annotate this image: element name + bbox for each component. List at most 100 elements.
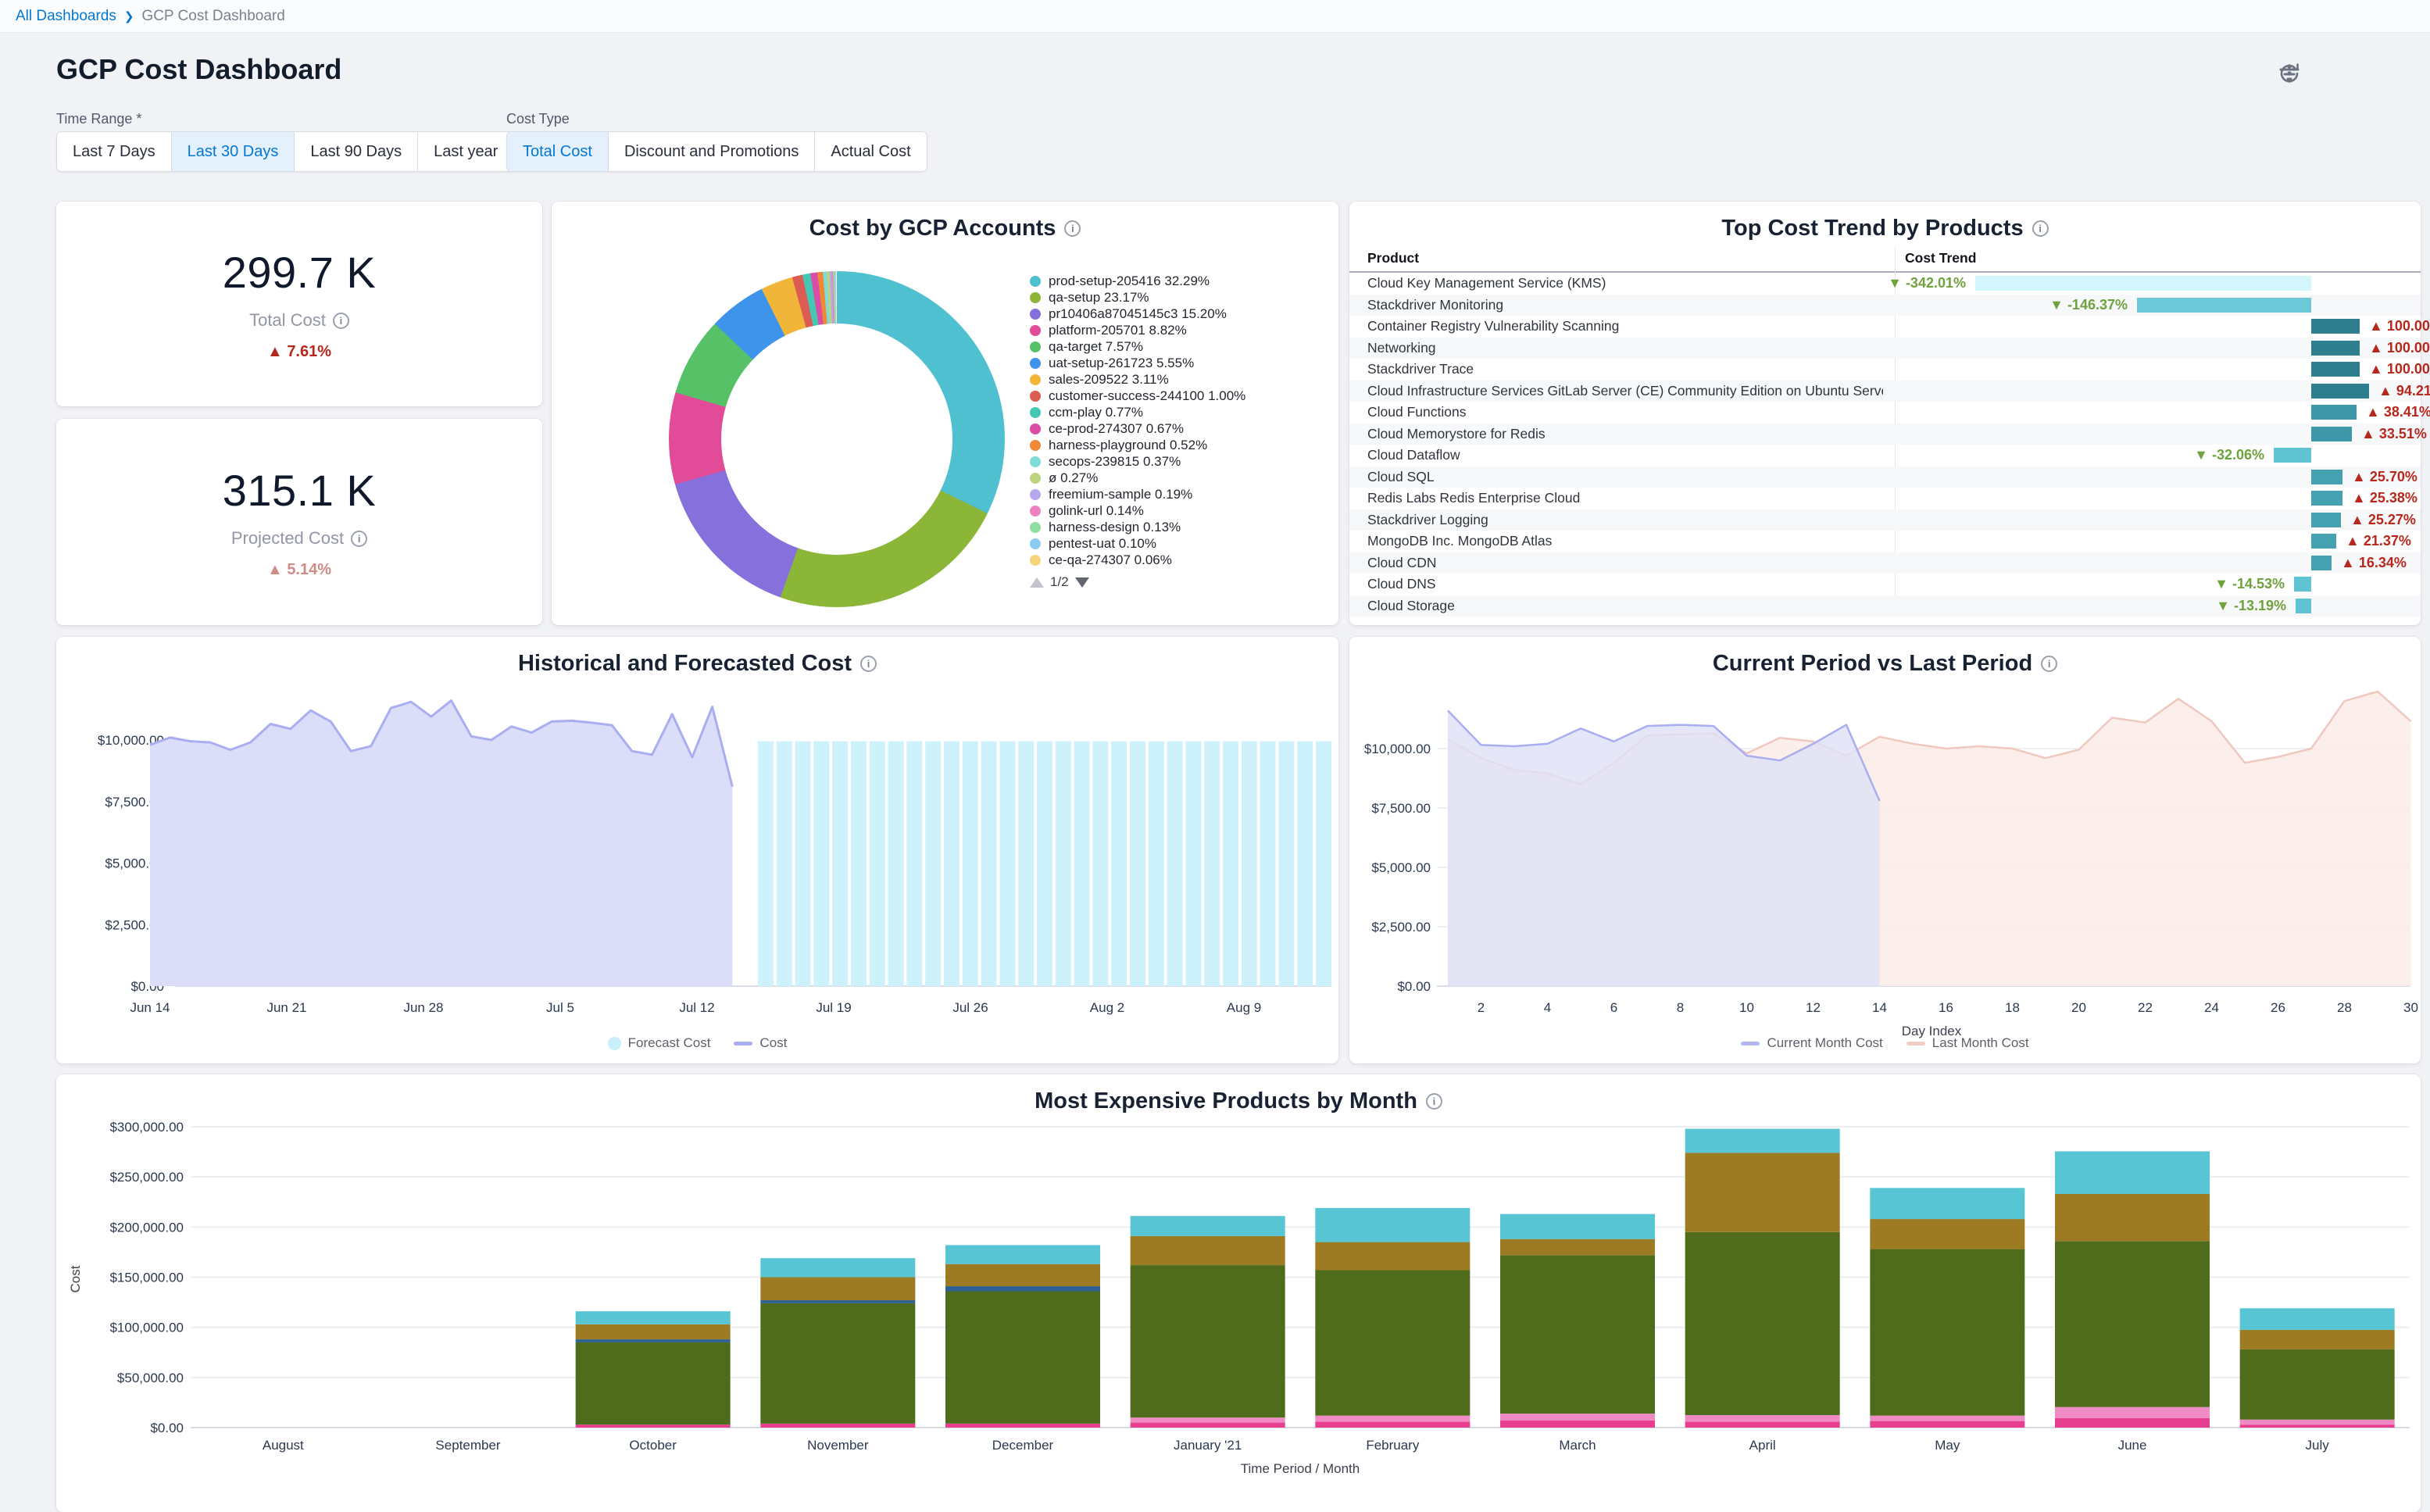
- time-range-last-90-days[interactable]: Last 90 Days: [295, 132, 418, 171]
- legend-item[interactable]: prod-setup-205416 32.29%: [1030, 273, 1331, 289]
- legend-dot-icon: [1030, 309, 1041, 320]
- top-cost-trend-panel: Top Cost Trend by Products i Product Cos…: [1349, 202, 2421, 625]
- legend-pagination: 1/2: [1030, 574, 1331, 590]
- table-row[interactable]: MongoDB Inc. MongoDB Atlas▲ 21.37%: [1349, 531, 2421, 552]
- trend-bar: [2294, 577, 2311, 592]
- cost-type-actual-cost[interactable]: Actual Cost: [815, 132, 926, 171]
- trend-bar: [2311, 405, 2357, 420]
- historical-forecasted-panel: Historical and Forecasted Cost i $10,000…: [56, 637, 1338, 1063]
- legend-dot-icon: [1030, 456, 1041, 467]
- svg-text:20: 20: [2071, 1000, 2086, 1015]
- cost-by-gcp-accounts-panel: Cost by GCP Accounts i prod-setup-205416…: [552, 202, 1338, 625]
- legend-item[interactable]: pr10406a87045145c3 15.20%: [1030, 306, 1331, 322]
- table-row[interactable]: Cloud Memorystore for Redis▲ 33.51%: [1349, 424, 2421, 445]
- table-row[interactable]: Cloud CDN▲ 16.34%: [1349, 552, 2421, 574]
- svg-text:Aug 9: Aug 9: [1227, 1000, 1261, 1015]
- legend-item[interactable]: platform-205701 8.82%: [1030, 323, 1331, 338]
- time-range-last-year[interactable]: Last year: [418, 132, 513, 171]
- product-name: Cloud Storage: [1367, 598, 1883, 614]
- trend-value: ▲ 21.37%: [2346, 533, 2411, 549]
- legend-item[interactable]: harness-playground 0.52%: [1030, 438, 1331, 453]
- table-row[interactable]: Stackdriver Logging▲ 25.27%: [1349, 509, 2421, 531]
- svg-text:10: 10: [1739, 1000, 1754, 1015]
- page-down-icon[interactable]: [1075, 577, 1089, 588]
- legend-cost[interactable]: Cost: [734, 1035, 787, 1051]
- legend-current-month-cost[interactable]: Current Month Cost: [1741, 1035, 1882, 1051]
- time-range-last-7-days[interactable]: Last 7 Days: [57, 132, 172, 171]
- legend-item[interactable]: customer-success-244100 1.00%: [1030, 388, 1331, 404]
- svg-text:$100,000.00: $100,000.00: [109, 1321, 184, 1335]
- page-up-icon[interactable]: [1030, 577, 1044, 588]
- legend-item[interactable]: ce-qa-274307 0.06%: [1030, 552, 1331, 568]
- product-name: Cloud DNS: [1367, 576, 1883, 592]
- filter-button[interactable]: [2333, 61, 2360, 88]
- svg-text:Aug 2: Aug 2: [1090, 1000, 1124, 1015]
- info-icon[interactable]: i: [2032, 220, 2049, 237]
- legend-item[interactable]: qa-setup 23.17%: [1030, 290, 1331, 306]
- table-row[interactable]: Cloud SQL▲ 25.70%: [1349, 466, 2421, 488]
- time-range-label: Time Range *: [56, 111, 141, 127]
- product-name: Cloud Infrastructure Services GitLab Ser…: [1367, 383, 1883, 399]
- legend-item[interactable]: secops-239815 0.37%: [1030, 454, 1331, 470]
- cost-type-total-cost[interactable]: Total Cost: [507, 132, 609, 171]
- legend-dot-icon: [1030, 391, 1041, 402]
- total-cost-label: Total Cost: [249, 310, 326, 331]
- svg-text:6: 6: [1610, 1000, 1617, 1015]
- info-icon[interactable]: i: [333, 313, 349, 329]
- projected-cost-delta: ▲ 5.14%: [267, 561, 331, 579]
- legend-item[interactable]: sales-209522 3.11%: [1030, 372, 1331, 388]
- trend-bar: [2296, 599, 2311, 613]
- historical-chart-canvas: $10,000.00$7,500.00$5,000.00$2,500.00$0.…: [56, 637, 1338, 1063]
- trend-bar: [2311, 384, 2369, 399]
- donut-chart-hole: [721, 323, 952, 555]
- table-row[interactable]: Cloud Dataflow▼ -32.06%: [1349, 445, 2421, 466]
- trend-bar: [2311, 556, 2332, 570]
- table-row[interactable]: Stackdriver Trace▲ 100.00%: [1349, 359, 2421, 381]
- table-row[interactable]: Cloud Key Management Service (KMS)▼ -342…: [1349, 273, 2421, 295]
- table-row[interactable]: Container Registry Vulnerability Scannin…: [1349, 316, 2421, 338]
- trend-bar: [2311, 427, 2352, 441]
- last-month-swatch-icon: [1906, 1042, 1925, 1046]
- monthly-chart-canvas: $300,000.00$250,000.00$200,000.00$150,00…: [56, 1074, 2421, 1512]
- legend-dot-icon: [1030, 341, 1041, 352]
- info-icon[interactable]: i: [351, 531, 367, 547]
- legend-item[interactable]: ccm-play 0.77%: [1030, 405, 1331, 420]
- legend-item[interactable]: qa-target 7.57%: [1030, 339, 1331, 355]
- time-range-last-30-days[interactable]: Last 30 Days: [172, 132, 295, 171]
- trend-bar: [2311, 513, 2341, 527]
- svg-text:16: 16: [1939, 1000, 1953, 1015]
- table-row[interactable]: Networking▲ 100.00%: [1349, 338, 2421, 359]
- legend-forecast-cost[interactable]: Forecast Cost: [608, 1035, 711, 1051]
- cost-type-discount-and-promotions[interactable]: Discount and Promotions: [609, 132, 815, 171]
- legend-last-month-cost[interactable]: Last Month Cost: [1906, 1035, 2029, 1051]
- more-options-button[interactable]: [2389, 61, 2416, 88]
- table-row[interactable]: Cloud Storage ▼ -13.19%: [1349, 595, 2421, 617]
- legend-item[interactable]: harness-design 0.13%: [1030, 520, 1331, 535]
- projected-cost-value: 315.1 K: [223, 465, 377, 516]
- product-column-header: Product: [1367, 250, 1419, 266]
- legend-item[interactable]: uat-setup-261723 5.55%: [1030, 356, 1331, 371]
- info-icon[interactable]: i: [1064, 220, 1081, 237]
- breadcrumb-all-dashboards-link[interactable]: All Dashboards: [16, 8, 116, 25]
- svg-text:Jul 26: Jul 26: [952, 1000, 988, 1015]
- page-indicator: 1/2: [1050, 574, 1069, 590]
- trend-value: ▼ -13.19%: [2216, 598, 2286, 614]
- svg-text:$0.00: $0.00: [150, 1421, 184, 1435]
- legend-item[interactable]: pentest-uat 0.10%: [1030, 536, 1331, 552]
- table-row[interactable]: Redis Labs Redis Enterprise Cloud▲ 25.38…: [1349, 488, 2421, 509]
- table-row[interactable]: Cloud DNS▼ -14.53%: [1349, 574, 2421, 595]
- donut-chart-title: Cost by GCP Accounts: [809, 216, 1056, 241]
- legend-item[interactable]: ø 0.27%: [1030, 470, 1331, 486]
- legend-item[interactable]: freemium-sample 0.19%: [1030, 487, 1331, 502]
- legend-dot-icon: [1030, 276, 1041, 287]
- trend-bar: [2311, 341, 2360, 356]
- svg-text:October: October: [629, 1438, 677, 1453]
- legend-item[interactable]: ce-prod-274307 0.67%: [1030, 421, 1331, 437]
- legend-dot-icon: [1030, 407, 1041, 418]
- table-row[interactable]: Stackdriver Monitoring▼ -146.37%: [1349, 295, 2421, 316]
- triangle-up-icon: ▲: [267, 561, 283, 578]
- trend-value: ▲ 25.27%: [2350, 512, 2416, 528]
- legend-item[interactable]: golink-url 0.14%: [1030, 503, 1331, 519]
- table-row[interactable]: Cloud Functions▲ 38.41%: [1349, 402, 2421, 424]
- table-row[interactable]: Cloud Infrastructure Services GitLab Ser…: [1349, 381, 2421, 402]
